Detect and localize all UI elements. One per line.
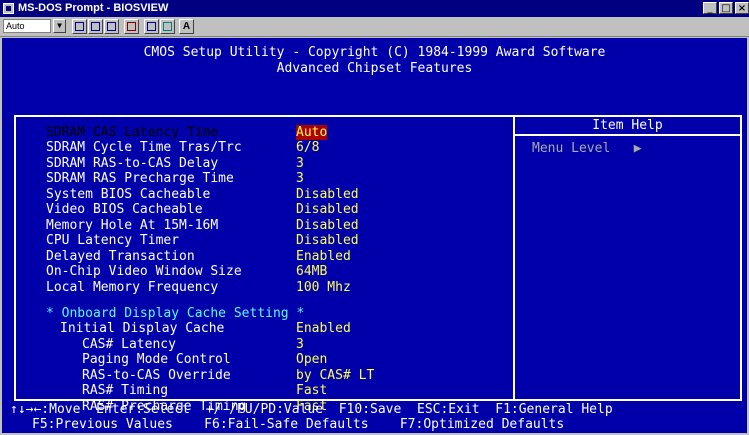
- setting-value[interactable]: Enabled: [296, 321, 351, 337]
- dos-window: MS-DOS Prompt - BIOSVIEW _ □ × Auto ▼ A …: [0, 0, 749, 435]
- setting-label: SDRAM RAS Precharge Time: [46, 171, 234, 186]
- msdos-app-icon[interactable]: [3, 3, 14, 14]
- bios-screen: CMOS Setup Utility - Copyright (C) 1984-…: [2, 38, 747, 433]
- setting-value[interactable]: 3: [296, 337, 304, 353]
- setting-value[interactable]: 6/8: [296, 140, 319, 156]
- help-separator: [515, 134, 740, 136]
- setting-value[interactable]: Fast: [296, 383, 327, 399]
- setting-value[interactable]: Disabled: [296, 202, 359, 218]
- setting-label: CAS# Latency: [82, 337, 176, 352]
- menu-level-label: Menu Level: [532, 141, 611, 156]
- font-button[interactable]: A: [179, 19, 194, 34]
- maximize-button[interactable]: □: [719, 2, 733, 14]
- paste-icon[interactable]: [104, 19, 119, 34]
- setting-value[interactable]: 100 Mhz: [296, 280, 351, 296]
- setting-value[interactable]: 3: [296, 156, 304, 172]
- arrow-right-icon: ▶: [633, 141, 642, 156]
- item-help-title: Item Help: [592, 118, 663, 133]
- background-icon[interactable]: [160, 19, 175, 34]
- key-help-line-1: ↑↓→←:Move Enter:Select +/-/PU/PD:Value F…: [10, 402, 613, 417]
- selected-value[interactable]: Auto: [296, 125, 328, 140]
- setting-value[interactable]: Disabled: [296, 187, 359, 203]
- setting-label: Video BIOS Cacheable: [46, 202, 203, 217]
- window-controls: _ □ ×: [703, 2, 749, 15]
- setting-label: System BIOS Cacheable: [46, 187, 211, 202]
- chevron-down-icon[interactable]: ▼: [53, 19, 66, 33]
- setting-label: Initial Display Cache: [60, 321, 225, 336]
- setting-label: RAS-to-CAS Override: [82, 368, 231, 383]
- window-title: MS-DOS Prompt - BIOSVIEW: [18, 2, 169, 14]
- setting-value[interactable]: Enabled: [296, 249, 351, 265]
- setting-label: Delayed Transaction: [46, 249, 195, 264]
- setting-value[interactable]: 64MB: [296, 264, 327, 280]
- bios-header: CMOS Setup Utility - Copyright (C) 1984-…: [2, 38, 747, 77]
- page-title: Advanced Chipset Features: [276, 61, 473, 76]
- setting-label: SDRAM CAS Latency Time: [46, 125, 219, 140]
- setting-value[interactable]: Auto: [296, 125, 328, 141]
- setting-label: Paging Mode Control: [82, 352, 231, 367]
- setting-value[interactable]: Disabled: [296, 218, 359, 234]
- setting-label: CPU Latency Timer: [46, 233, 180, 248]
- copyright-line: CMOS Setup Utility - Copyright (C) 1984-…: [143, 45, 606, 60]
- setting-value[interactable]: by CAS# LT: [296, 368, 374, 384]
- menu-level: Menu Level ▶: [532, 141, 642, 157]
- setting-value[interactable]: 3: [296, 171, 304, 187]
- panel-divider: [513, 115, 515, 401]
- minimize-button[interactable]: _: [703, 2, 717, 14]
- fullscreen-icon[interactable]: [124, 19, 139, 34]
- setting-value[interactable]: Open: [296, 352, 327, 368]
- section-heading: * Onboard Display Cache Setting *: [46, 306, 305, 321]
- setting-label: RAS# Timing: [82, 383, 169, 398]
- setting-label: SDRAM RAS-to-CAS Delay: [46, 156, 219, 171]
- close-button[interactable]: ×: [735, 2, 749, 14]
- setting-label: Memory Hole At 15M-16M: [46, 218, 219, 233]
- toolbar: Auto ▼ A: [0, 17, 749, 37]
- title-bar[interactable]: MS-DOS Prompt - BIOSVIEW _ □ ×: [0, 0, 749, 17]
- key-help-line-2: F5:Previous Values F6:Fail-Safe Defaults…: [32, 417, 565, 432]
- copy-icon[interactable]: [88, 19, 103, 34]
- setting-label: Local Memory Frequency: [46, 280, 219, 295]
- setting-label: SDRAM Cycle Time Tras/Trc: [46, 140, 242, 155]
- setting-value[interactable]: Disabled: [296, 233, 359, 249]
- properties-icon[interactable]: [144, 19, 159, 34]
- font-size-select[interactable]: Auto: [3, 19, 51, 33]
- setting-label: On-Chip Video Window Size: [46, 264, 242, 279]
- mark-icon[interactable]: [72, 19, 87, 34]
